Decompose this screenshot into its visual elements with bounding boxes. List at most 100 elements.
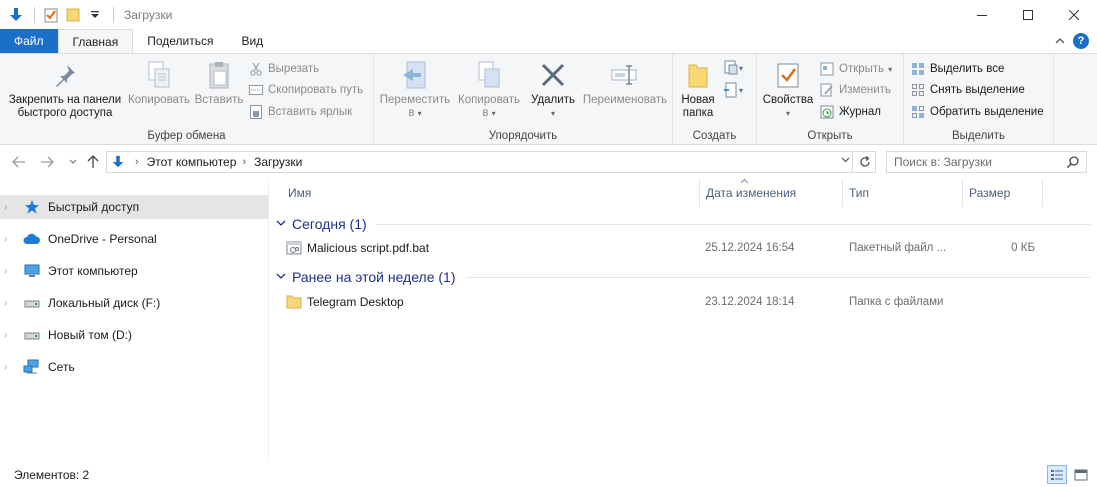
- history-button[interactable]: Журнал: [819, 102, 881, 122]
- nav-item-onedrive[interactable]: › OneDrive - Personal: [0, 227, 268, 251]
- expand-chevron-icon[interactable]: ›: [4, 362, 18, 373]
- minimize-button[interactable]: [959, 0, 1005, 29]
- scissors-icon: [248, 61, 264, 77]
- clipboard-group: Закрепить на панели быстрого доступа Коп…: [0, 54, 374, 145]
- address-downloads-icon: [111, 154, 125, 170]
- new-item-button[interactable]: ▾: [723, 60, 743, 76]
- expand-chevron-icon[interactable]: ›: [4, 298, 18, 309]
- group-collapse-icon[interactable]: [276, 218, 286, 230]
- paste-button[interactable]: Вставить: [192, 58, 246, 107]
- forward-button[interactable]: [38, 153, 56, 171]
- nav-item-network[interactable]: › Сеть: [0, 355, 268, 379]
- expand-chevron-icon[interactable]: ›: [4, 330, 18, 341]
- invert-selection-button[interactable]: Обратить выделение: [910, 102, 1044, 122]
- tab-home[interactable]: Главная: [57, 29, 134, 54]
- file-type: Пакетный файл ...: [849, 242, 947, 254]
- new-folder-button[interactable]: Новая папка: [677, 58, 719, 120]
- nav-item-drive-f[interactable]: › Локальный диск (F:): [0, 291, 268, 315]
- clipboard-group-label: Буфер обмена: [147, 130, 226, 142]
- open-button[interactable]: Открыть ▾: [819, 59, 892, 79]
- breadcrumb-separator-icon[interactable]: ›: [242, 156, 246, 168]
- file-list: Имя Дата изменения Тип Размер Сегодня (1…: [270, 178, 1097, 462]
- column-header-type[interactable]: Тип: [843, 179, 963, 207]
- nav-item-quick-access[interactable]: › Быстрый доступ: [0, 195, 268, 219]
- refresh-button[interactable]: [854, 151, 876, 173]
- new-group-label: Создать: [692, 130, 737, 142]
- group-header-today[interactable]: Сегодня (1): [276, 215, 1091, 233]
- copy-path-button[interactable]: Скопировать путь: [248, 80, 363, 100]
- cut-button[interactable]: Вырезать: [248, 59, 319, 79]
- pin-quick-access-button[interactable]: Закрепить на панели быстрого доступа: [6, 58, 124, 120]
- easy-access-button[interactable]: ▾: [723, 82, 743, 98]
- breadcrumb-this-pc[interactable]: Этот компьютер: [147, 155, 237, 169]
- search-icon[interactable]: [1066, 155, 1080, 172]
- close-button[interactable]: [1051, 0, 1097, 29]
- copy-button[interactable]: Копировать: [126, 58, 192, 107]
- rename-button[interactable]: Переименовать: [578, 58, 672, 107]
- nav-item-this-pc[interactable]: › Этот компьютер: [0, 259, 268, 283]
- move-to-button[interactable]: Переместить в ▾: [378, 58, 452, 120]
- maximize-button[interactable]: [1005, 0, 1051, 29]
- select-all-button[interactable]: Выделить все: [910, 59, 1004, 79]
- details-view-button[interactable]: [1047, 465, 1067, 484]
- tab-share[interactable]: Поделиться: [133, 29, 227, 53]
- group-header-earlier-this-week[interactable]: Ранее на этой неделе (1): [276, 268, 1091, 286]
- open-group-label: Открыть: [807, 130, 853, 142]
- ribbon-tabs: Файл Главная Поделиться Вид ?: [0, 29, 1097, 54]
- customize-toolbar-dropdown-icon[interactable]: [85, 5, 105, 25]
- copy-to-button[interactable]: Копировать в ▾: [452, 58, 526, 120]
- file-date: 25.12.2024 16:54: [705, 242, 795, 254]
- help-icon[interactable]: ?: [1073, 33, 1089, 49]
- group-collapse-icon[interactable]: [276, 271, 286, 283]
- rename-icon: [608, 58, 642, 92]
- edit-icon: [819, 82, 835, 98]
- up-arrow-icon: [87, 155, 99, 168]
- search-input[interactable]: [894, 155, 1064, 169]
- batch-file-icon: [286, 240, 302, 256]
- large-icons-view-button[interactable]: [1071, 465, 1091, 484]
- breadcrumb-separator-icon[interactable]: ›: [135, 156, 139, 168]
- chevron-down-icon: [69, 159, 77, 164]
- back-button[interactable]: [10, 153, 28, 171]
- select-none-icon: [910, 82, 926, 98]
- breadcrumb-downloads[interactable]: Загрузки: [254, 155, 302, 169]
- tab-file[interactable]: Файл: [0, 29, 58, 53]
- column-header-name[interactable]: Имя: [282, 179, 700, 207]
- expand-chevron-icon[interactable]: ›: [4, 202, 18, 213]
- easy-access-icon: [724, 82, 737, 98]
- organize-group: Переместить в ▾ Копировать в ▾ Удалить ▾…: [374, 54, 673, 145]
- nav-item-drive-d[interactable]: › Новый том (D:): [0, 323, 268, 347]
- new-folder-icon[interactable]: [63, 5, 83, 25]
- recent-locations-button[interactable]: [64, 153, 82, 171]
- close-icon: [1069, 9, 1079, 20]
- refresh-icon: [859, 156, 870, 167]
- file-row[interactable]: Telegram Desktop 23.12.2024 18:14 Папка …: [286, 291, 1076, 313]
- expand-chevron-icon[interactable]: ›: [4, 234, 18, 245]
- properties-checklist-icon[interactable]: [41, 5, 61, 25]
- drive-icon: [22, 295, 42, 311]
- tab-view[interactable]: Вид: [227, 29, 277, 53]
- new-group: Новая папка ▾ ▾ Создать: [673, 54, 757, 145]
- paste-shortcut-button[interactable]: Вставить ярлык: [248, 102, 352, 122]
- downloads-arrow-icon[interactable]: [6, 5, 26, 25]
- properties-button[interactable]: Свойства ▾: [761, 58, 815, 120]
- select-group-label: Выделить: [951, 130, 1006, 142]
- drive-icon: [22, 327, 42, 343]
- paste-shortcut-icon: [248, 104, 264, 120]
- delete-button[interactable]: Удалить ▾: [528, 58, 578, 120]
- address-dropdown-icon[interactable]: [841, 155, 850, 166]
- expand-chevron-icon[interactable]: ›: [4, 266, 18, 277]
- file-row[interactable]: Malicious script.pdf.bat 25.12.2024 16:5…: [286, 237, 1076, 259]
- back-arrow-icon: [12, 156, 25, 168]
- open-icon: [819, 61, 835, 77]
- column-header-size[interactable]: Размер: [963, 179, 1043, 207]
- select-none-button[interactable]: Снять выделение: [910, 80, 1025, 100]
- navigation-pane: › Быстрый доступ › OneDrive - Personal ›…: [0, 179, 269, 462]
- edit-button[interactable]: Изменить: [819, 80, 891, 100]
- collapse-ribbon-icon[interactable]: [1055, 34, 1065, 48]
- address-bar[interactable]: › Этот компьютер › Загрузки: [106, 151, 853, 173]
- monitor-icon: [22, 263, 42, 279]
- properties-icon: [771, 58, 805, 92]
- up-button[interactable]: [84, 153, 102, 171]
- column-header-date[interactable]: Дата изменения: [699, 179, 843, 207]
